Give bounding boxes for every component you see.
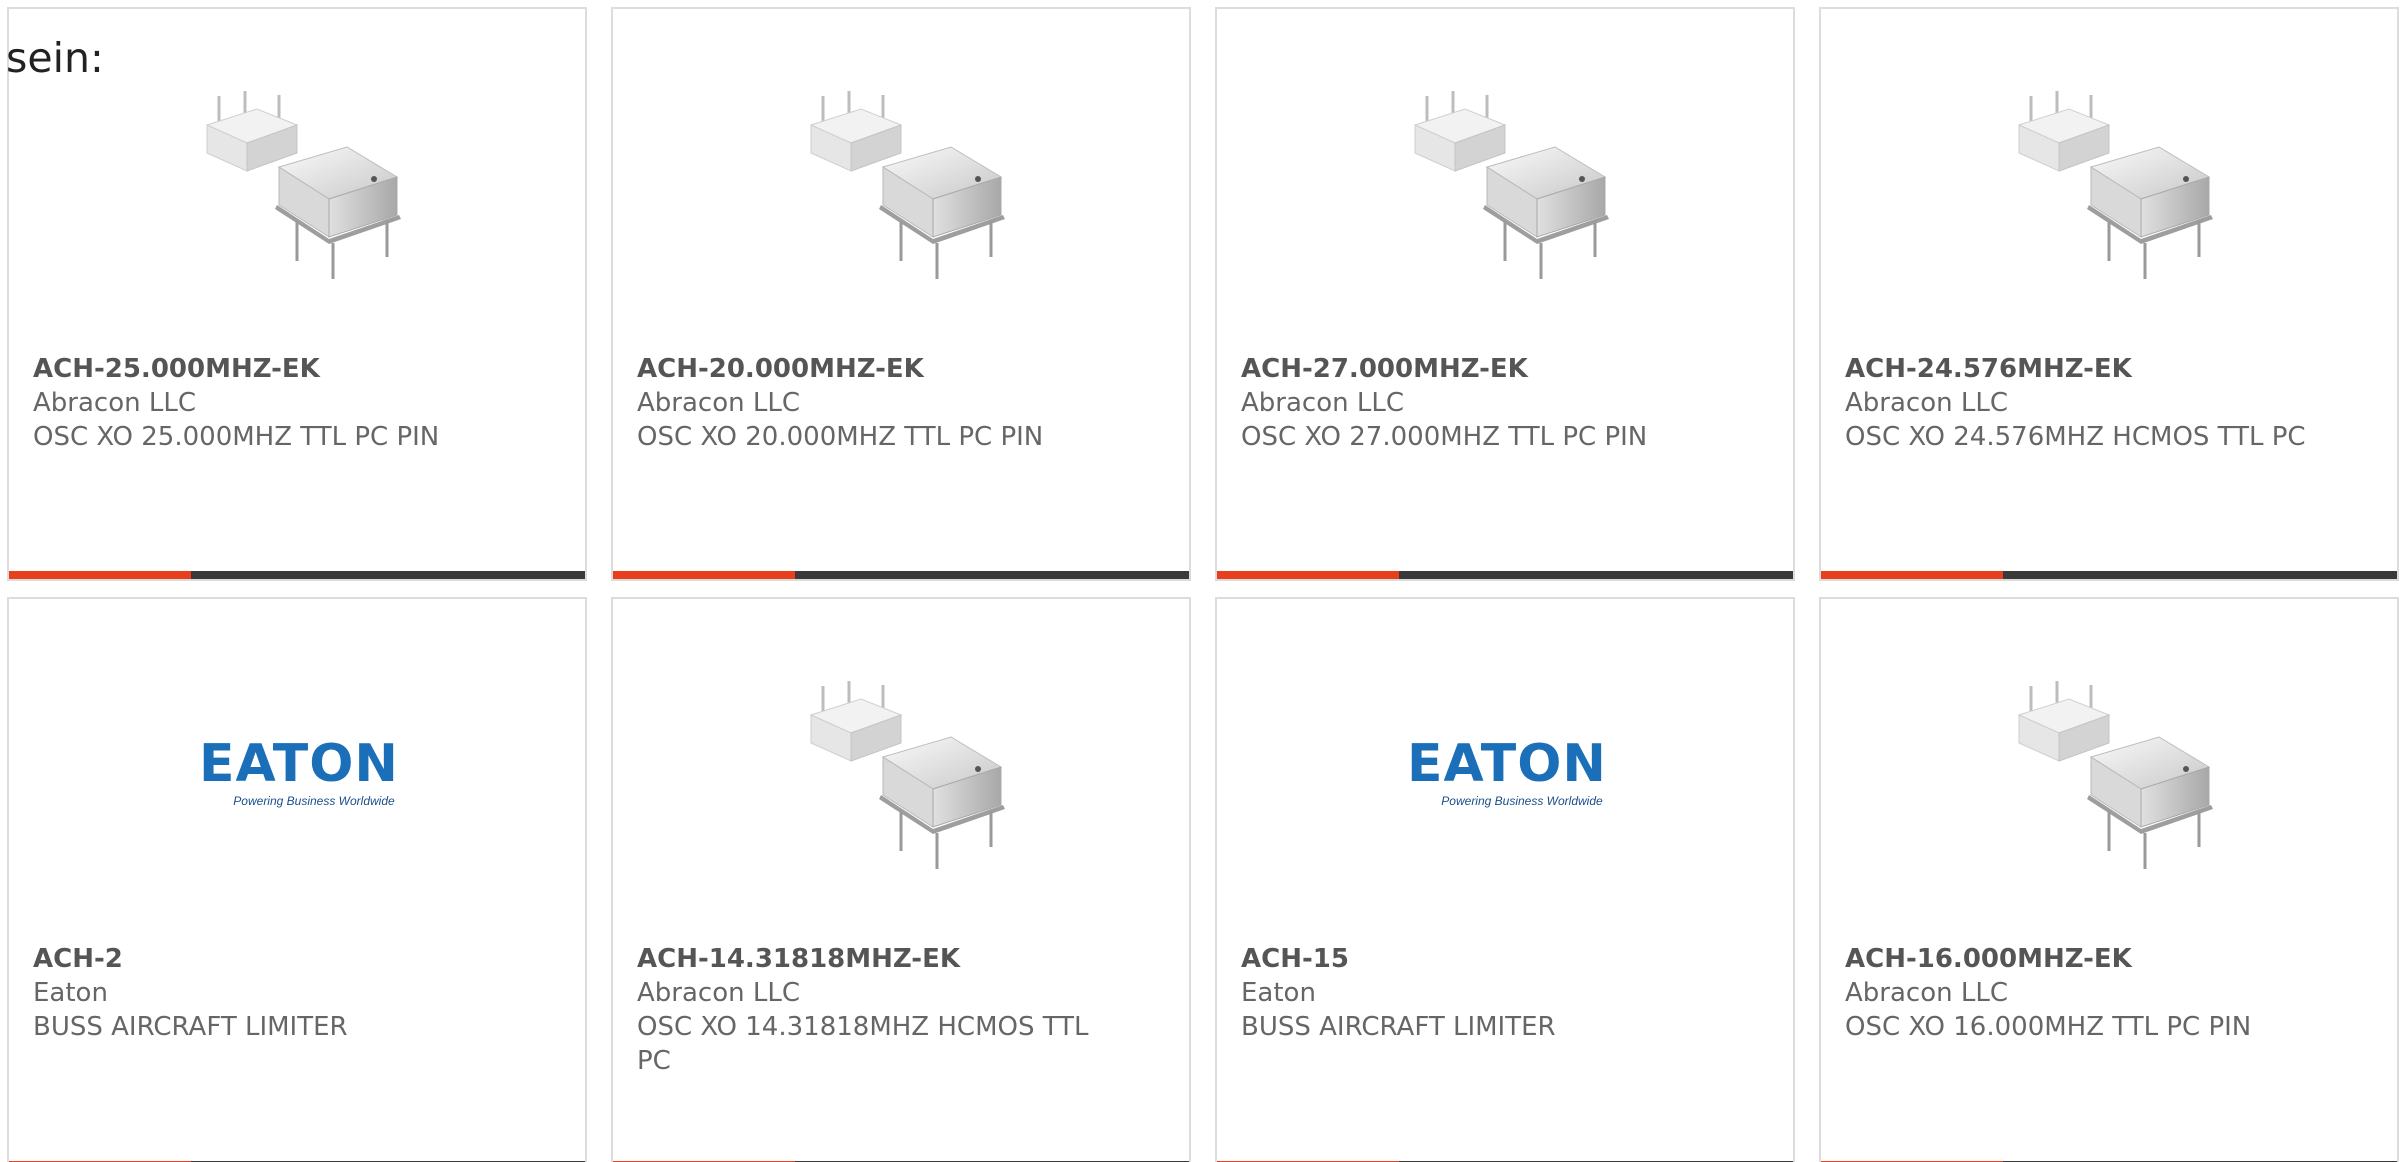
part-number-link[interactable]: ACH-16.000MHZ-EK <box>1845 942 2315 976</box>
manufacturer-name: Abracon LLC <box>33 388 196 418</box>
product-info: ACH-14.31818MHZ-EK Abracon LLC OSC XO 14.3… <box>637 942 1107 1078</box>
product-info: ACH-15 Eaton BUSS AIRCRAFT LIMITER <box>1241 942 1711 1044</box>
eaton-logo[interactable]: EATON Powering Business Worldwide <box>1405 671 1609 875</box>
manufacturer-name: Abracon LLC <box>1845 388 2008 418</box>
oscillator-product-image[interactable] <box>1405 81 1609 285</box>
product-card[interactable]: EATON Powering Business Worldwide ACH-2 Eat… <box>7 597 587 1162</box>
eaton-logo-word: EATON <box>1407 734 1607 794</box>
part-number-link[interactable]: ACH-15 <box>1241 942 1711 976</box>
eaton-logo[interactable]: EATON Powering Business Worldwide <box>197 671 401 875</box>
eaton-logo-word: EATON <box>199 734 399 794</box>
product-description: OSC XO 25.000MHZ TTL PC PIN <box>33 422 440 452</box>
product-card[interactable]: ACH-16.000MHZ-EK Abracon LLC OSC XO 16.000… <box>1819 597 2399 1162</box>
oscillator-product-image[interactable] <box>197 81 401 285</box>
bar-dark-segment <box>191 571 585 579</box>
product-card[interactable]: ACH-24.576MHZ-EK Abracon LLC OSC XO 24.576… <box>1819 7 2399 581</box>
product-description: OSC XO 27.000MHZ TTL PC PIN <box>1241 422 1648 452</box>
part-number-link[interactable]: ACH-27.000MHZ-EK <box>1241 352 1711 386</box>
manufacturer-name: Abracon LLC <box>1845 978 2008 1008</box>
part-number-link[interactable]: ACH-2 <box>33 942 503 976</box>
product-card[interactable]: EATON Powering Business Worldwide ACH-15 Ea… <box>1215 597 1795 1162</box>
eaton-logo-mark: EATON Powering Business Worldwide <box>1407 738 1607 808</box>
product-grid: ACH-25.000MHZ-EK Abracon LLC OSC XO 25.000… <box>7 7 2399 1162</box>
product-info: ACH-20.000MHZ-EK Abracon LLC OSC XO 20.000… <box>637 352 1107 454</box>
product-description: BUSS AIRCRAFT LIMITER <box>1241 1012 1556 1042</box>
intro-text: sein: <box>6 34 104 82</box>
part-number-link[interactable]: ACH-20.000MHZ-EK <box>637 352 1107 386</box>
part-number-link[interactable]: ACH-14.31818MHZ-EK <box>637 942 1107 976</box>
product-results-page: sein: ACH-25.000MHZ-EK Abracon LLC OSC X… <box>0 0 2400 1162</box>
bar-accent-segment <box>613 571 795 579</box>
oscillator-product-image[interactable] <box>801 81 1005 285</box>
manufacturer-name: Abracon LLC <box>637 388 800 418</box>
oscillator-product-image[interactable] <box>2009 671 2213 875</box>
product-info: ACH-27.000MHZ-EK Abracon LLC OSC XO 27.000… <box>1241 352 1711 454</box>
part-number-link[interactable]: ACH-25.000MHZ-EK <box>33 352 503 386</box>
card-bottom-bar <box>1217 571 1793 579</box>
bar-accent-segment <box>1217 571 1399 579</box>
product-card[interactable]: ACH-25.000MHZ-EK Abracon LLC OSC XO 25.000… <box>7 7 587 581</box>
bar-accent-segment <box>9 571 191 579</box>
product-info: ACH-24.576MHZ-EK Abracon LLC OSC XO 24.576… <box>1845 352 2315 454</box>
product-description: OSC XO 24.576MHZ HCMOS TTL PC <box>1845 422 2306 452</box>
manufacturer-name: Abracon LLC <box>637 978 800 1008</box>
bar-dark-segment <box>795 571 1189 579</box>
product-info: ACH-2 Eaton BUSS AIRCRAFT LIMITER <box>33 942 503 1044</box>
product-info: ACH-25.000MHZ-EK Abracon LLC OSC XO 25.000… <box>33 352 503 454</box>
manufacturer-name: Eaton <box>33 978 108 1008</box>
card-bottom-bar <box>1821 571 2397 579</box>
product-card[interactable]: ACH-14.31818MHZ-EK Abracon LLC OSC XO 14.3… <box>611 597 1191 1162</box>
product-description: OSC XO 14.31818MHZ HCMOS TTL PC <box>637 1012 1089 1076</box>
eaton-logo-mark: EATON Powering Business Worldwide <box>199 738 399 808</box>
card-bottom-bar <box>9 571 585 579</box>
oscillator-product-image[interactable] <box>801 671 1005 875</box>
manufacturer-name: Abracon LLC <box>1241 388 1404 418</box>
product-card[interactable]: ACH-20.000MHZ-EK Abracon LLC OSC XO 20.000… <box>611 7 1191 581</box>
part-number-link[interactable]: ACH-24.576MHZ-EK <box>1845 352 2315 386</box>
bar-dark-segment <box>2003 571 2397 579</box>
oscillator-product-image[interactable] <box>2009 81 2213 285</box>
product-description: OSC XO 20.000MHZ TTL PC PIN <box>637 422 1044 452</box>
bar-accent-segment <box>1821 571 2003 579</box>
product-description: OSC XO 16.000MHZ TTL PC PIN <box>1845 1012 2252 1042</box>
card-bottom-bar <box>613 571 1189 579</box>
eaton-logo-tagline: Powering Business Worldwide <box>1441 794 1603 808</box>
product-description: BUSS AIRCRAFT LIMITER <box>33 1012 348 1042</box>
manufacturer-name: Eaton <box>1241 978 1316 1008</box>
product-card[interactable]: ACH-27.000MHZ-EK Abracon LLC OSC XO 27.000… <box>1215 7 1795 581</box>
product-info: ACH-16.000MHZ-EK Abracon LLC OSC XO 16.000… <box>1845 942 2315 1044</box>
bar-dark-segment <box>1399 571 1793 579</box>
eaton-logo-tagline: Powering Business Worldwide <box>233 794 395 808</box>
